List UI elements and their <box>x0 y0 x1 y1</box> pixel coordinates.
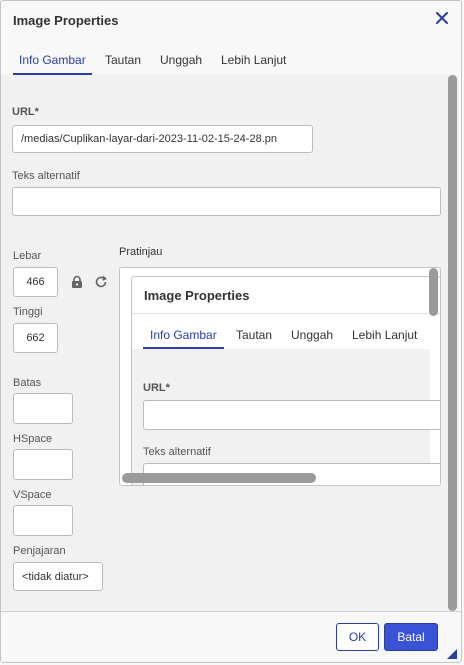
alignment-select[interactable]: <tidak diatur> <box>13 562 103 591</box>
url-label: URL* <box>12 106 39 118</box>
close-icon[interactable] <box>431 7 453 29</box>
preview-label: Pratinjau <box>119 246 163 258</box>
tab-bar: Info Gambar Tautan Unggah Lebih Lanjut <box>1 39 461 75</box>
border-field[interactable] <box>13 393 73 424</box>
preview-image-dialog: Image Properties Info Gambar Tautan Ungg… <box>131 276 440 485</box>
alt-text-field[interactable] <box>12 187 441 216</box>
border-label: Batas <box>13 377 42 389</box>
ok-button[interactable]: OK <box>336 623 379 651</box>
dialog-titlebar[interactable]: Image Properties <box>1 1 461 40</box>
hspace-label: HSpace <box>13 433 53 445</box>
preview-alt-label: Teks alternatif <box>143 446 211 458</box>
preview-panel: URL* Teks alternatif <box>132 349 440 485</box>
height-label: Tinggi <box>13 306 43 318</box>
image-properties-dialog: Image Properties Info Gambar Tautan Ungg… <box>0 0 462 663</box>
width-label: Lebar <box>13 250 42 262</box>
tab-info-gambar[interactable]: Info Gambar <box>13 53 92 75</box>
panel-scrollbar-track[interactable] <box>447 75 459 612</box>
tab-tautan[interactable]: Tautan <box>105 53 141 75</box>
width-field[interactable]: 466 <box>13 267 58 297</box>
preview-title: Image Properties <box>144 288 250 303</box>
image-preview[interactable]: Image Properties Info Gambar Tautan Ungg… <box>119 267 441 486</box>
reset-size-icon[interactable] <box>94 275 110 291</box>
cancel-button[interactable]: Batal <box>384 623 438 651</box>
lock-icon[interactable] <box>70 275 86 291</box>
dialog-footer: OK Batal <box>1 611 461 662</box>
preview-url-field <box>143 400 440 430</box>
dialog-title: Image Properties <box>13 13 119 28</box>
tab-unggah[interactable]: Unggah <box>160 53 202 75</box>
url-field[interactable]: /medias/Cuplikan-layar-dari-2023-11-02-1… <box>12 125 313 153</box>
preview-url-label: URL* <box>143 382 170 394</box>
resize-handle-icon[interactable] <box>447 648 457 659</box>
alignment-label: Penjajaran <box>13 545 66 557</box>
preview-horizontal-scrollbar[interactable] <box>122 473 316 483</box>
height-field[interactable]: 662 <box>13 323 58 353</box>
preview-tab-unggah: Unggah <box>291 328 334 342</box>
preview-titlebar: Image Properties <box>132 277 440 314</box>
hspace-field[interactable] <box>13 449 73 480</box>
vspace-field[interactable] <box>13 505 73 536</box>
vspace-label: VSpace <box>13 489 52 501</box>
panel-scrollbar-thumb[interactable] <box>448 75 457 611</box>
preview-tab-tautan: Tautan <box>236 328 273 342</box>
preview-vertical-scrollbar[interactable] <box>429 268 438 316</box>
tab-lebih-lanjut[interactable]: Lebih Lanjut <box>221 53 286 75</box>
preview-tab-lebih-lanjut: Lebih Lanjut <box>352 328 418 342</box>
alt-text-label: Teks alternatif <box>12 170 80 182</box>
preview-tab-info-gambar: Info Gambar <box>143 328 224 349</box>
